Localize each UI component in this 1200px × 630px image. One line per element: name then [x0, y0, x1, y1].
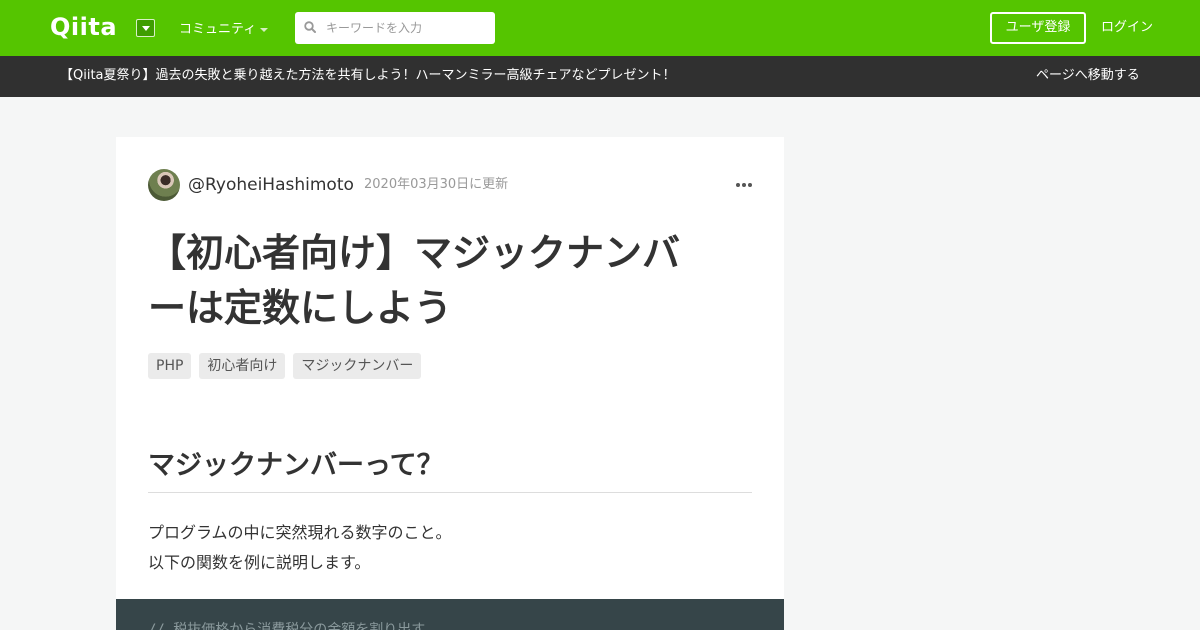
section-heading: マジックナンバーって？: [148, 450, 444, 481]
announcement-link[interactable]: ページへ移動する: [1036, 67, 1140, 85]
code-comment-line: // 税抜価格から消費税分の金額を割り出す: [148, 622, 426, 630]
heading-divider: [148, 492, 752, 493]
signup-button[interactable]: ユーザ登録: [990, 12, 1086, 44]
caret-down-icon: [260, 28, 268, 32]
qiita-logo[interactable]: Qiita: [50, 13, 117, 41]
author-name[interactable]: @RyoheiHashimoto: [188, 174, 354, 196]
article-title: 【初心者向け】マジックナンバ ーは定数にしよう: [148, 226, 752, 336]
tag-php[interactable]: PHP: [148, 353, 192, 379]
paragraph-line: プログラムの中に突然現れる数字のこと。: [148, 523, 452, 542]
article-title-line: ーは定数にしよう: [148, 286, 453, 330]
search-icon: [304, 21, 316, 33]
more-horizontal-icon[interactable]: [736, 178, 752, 192]
login-link[interactable]: ログイン: [1101, 19, 1153, 37]
tag-magic-number[interactable]: マジックナンバー: [293, 353, 422, 379]
article-title-line: 【初心者向け】マジックナンバ: [148, 231, 681, 275]
chevron-down-icon[interactable]: [136, 19, 155, 37]
updated-date: 2020年03月30日に更新: [364, 177, 509, 192]
search-input[interactable]: [322, 12, 492, 44]
avatar[interactable]: [148, 169, 180, 201]
paragraph-line: 以下の関数を例に説明します。: [148, 553, 371, 572]
community-menu[interactable]: コミュニティ: [179, 21, 256, 39]
tag-list: PHP 初心者向け マジックナンバー: [148, 353, 422, 379]
tag-beginner[interactable]: 初心者向け: [199, 353, 286, 379]
body-paragraph: プログラムの中に突然現れる数字のこと。 以下の関数を例に説明します。: [148, 518, 452, 578]
announcement-text[interactable]: 【Qiita夏祭り】過去の失敗と乗り越えた方法を共有しよう！ハーマンミラー高級チ…: [60, 67, 676, 85]
